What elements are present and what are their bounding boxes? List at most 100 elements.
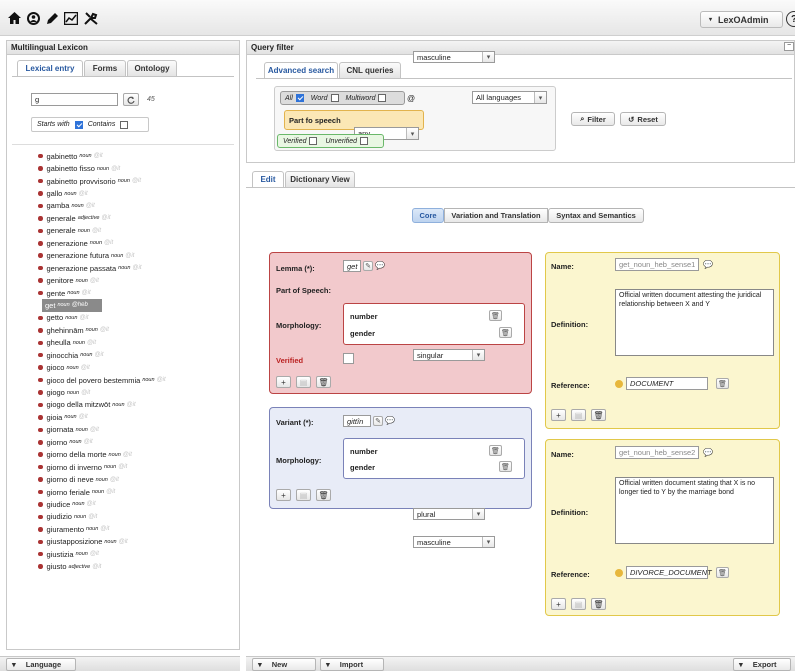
delete-variant-button[interactable]: 🗑 (316, 489, 331, 501)
delete-gender-button[interactable]: 🗑 (499, 461, 512, 472)
list-item[interactable]: giustizia noun @it (38, 548, 228, 560)
variant-edit-button[interactable]: ✎ (373, 416, 383, 426)
tab-advanced-search[interactable]: Advanced search (264, 62, 338, 79)
contains-checkbox[interactable] (120, 120, 129, 129)
delete-reference-button[interactable]: 🗑 (716, 567, 729, 578)
list-item[interactable]: generale noun @it (38, 225, 228, 237)
tab-ontology[interactable]: Ontology (127, 60, 177, 77)
subtab-syntax-semantics[interactable]: Syntax and Semantics (548, 208, 644, 223)
tab-edit[interactable]: Edit (252, 171, 284, 188)
all-checkbox[interactable] (295, 94, 304, 102)
subtab-variation-translation[interactable]: Variation and Translation (444, 208, 548, 223)
user-menu-button[interactable]: ▾ LexOAdmin (700, 11, 783, 28)
sense-name-input[interactable]: get_noun_heb_sense1 (615, 258, 699, 271)
multiword-checkbox[interactable] (378, 94, 387, 102)
refresh-button[interactable] (123, 93, 139, 106)
reference-input[interactable]: DIVORCE_DOCUMENT (626, 566, 712, 579)
list-item[interactable]: giudice noun @it (38, 498, 228, 510)
tools-icon[interactable] (83, 10, 99, 26)
list-item[interactable]: gioco noun @it (38, 361, 228, 373)
word-checkbox[interactable] (330, 94, 339, 102)
list-item[interactable]: gallo noun @it (38, 187, 228, 199)
tab-forms[interactable]: Forms (84, 60, 126, 77)
search-input[interactable]: g (31, 93, 118, 106)
add-button[interactable]: + (276, 489, 291, 501)
comment-icon[interactable]: 💬 (703, 260, 713, 269)
list-item[interactable]: generazione passata noun @it (38, 262, 228, 274)
list-item[interactable]: giusto adjective @it (38, 560, 228, 572)
definition-textarea[interactable]: Official written document stating that X… (615, 477, 774, 544)
language-select[interactable]: All languages (472, 91, 547, 104)
list-item[interactable]: genitore noun @it (38, 274, 228, 286)
variant-gender-select[interactable]: masculine (413, 536, 495, 548)
list-item[interactable]: gheulla noun @it (38, 337, 228, 349)
user-icon[interactable] (25, 10, 41, 26)
variant-number-select[interactable]: plural (413, 508, 485, 520)
list-item[interactable]: giorno della morte noun @it (38, 449, 228, 461)
lemma-edit-button[interactable]: ✎ (363, 261, 373, 271)
list-item[interactable]: giornata noun @it (38, 424, 228, 436)
pencil-icon[interactable] (44, 10, 60, 26)
list-item[interactable]: giorno noun @it (38, 436, 228, 448)
import-button[interactable]: ▾ Import (320, 658, 384, 671)
delete-reference-button[interactable]: 🗑 (716, 378, 729, 389)
list-item[interactable]: getto noun @it (38, 312, 228, 324)
comment-icon[interactable]: 💬 (703, 448, 713, 457)
list-item[interactable]: giogo noun @it (38, 386, 228, 398)
list-item[interactable]: gabinetto fisso noun @it (38, 162, 228, 174)
comment-icon[interactable]: 💬 (385, 416, 395, 425)
reset-button[interactable]: ↺ Reset (620, 112, 666, 126)
list-item[interactable]: gabinetto provvisorio noun @it (38, 175, 228, 187)
chart-icon[interactable] (63, 10, 79, 26)
list-item[interactable]: giorno di neve noun @it (38, 473, 228, 485)
comment-icon[interactable]: 💬 (375, 261, 385, 270)
list-item[interactable]: ginocchia noun @it (38, 349, 228, 361)
delete-gender-button[interactable]: 🗑 (499, 327, 512, 338)
list-item[interactable]: gioco del povero bestemmia noun @it (38, 374, 228, 386)
tab-cnl-queries[interactable]: CNL queries (339, 62, 401, 79)
collapse-button[interactable]: − (784, 42, 794, 51)
verified-checkbox[interactable] (309, 137, 318, 145)
export-button[interactable]: ▾ Export (733, 658, 791, 671)
list-item[interactable]: giudizio noun @it (38, 511, 228, 523)
list-item[interactable]: get noun @heb (42, 299, 102, 312)
help-button[interactable]: ? (786, 11, 795, 27)
add-button[interactable]: + (551, 409, 566, 421)
variant-input[interactable]: gittîn (343, 415, 371, 427)
home-icon[interactable] (6, 10, 22, 26)
list-item[interactable]: gioia noun @it (38, 411, 228, 423)
new-button[interactable]: ▾ New (252, 658, 316, 671)
starts-with-checkbox[interactable] (74, 120, 83, 129)
delete-sense-button[interactable]: 🗑 (591, 409, 606, 421)
number-select[interactable]: singular (413, 349, 485, 361)
tab-lexical-entry[interactable]: Lexical entry (17, 60, 83, 77)
lemma-input[interactable]: get (343, 260, 361, 272)
list-item[interactable]: gente noun @it (38, 287, 228, 299)
tab-dictionary-view[interactable]: Dictionary View (285, 171, 355, 188)
list-item[interactable]: giorno feriale noun @it (38, 486, 228, 498)
list-item[interactable]: giustapposizione noun @it (38, 536, 228, 548)
delete-number-button[interactable]: 🗑 (489, 310, 502, 321)
list-item[interactable]: giorno di inverno noun @it (38, 461, 228, 473)
list-item[interactable]: generazione noun @it (38, 237, 228, 249)
unverified-checkbox[interactable] (360, 137, 368, 145)
delete-number-button[interactable]: 🗑 (489, 445, 502, 456)
sense-name-input[interactable]: get_noun_heb_sense2 (615, 446, 699, 459)
gender-select[interactable]: masculine (413, 51, 495, 63)
delete-lemma-button[interactable]: 🗑 (316, 376, 331, 388)
list-item[interactable]: gabinetto noun @it (38, 150, 228, 162)
subtab-core[interactable]: Core (412, 208, 444, 223)
list-item[interactable]: ghehinnām noun @it (38, 324, 228, 336)
list-item[interactable]: generale adjective @it (38, 212, 228, 224)
definition-textarea[interactable]: Official written document attesting the … (615, 289, 774, 356)
add-button[interactable]: + (551, 598, 566, 610)
list-item[interactable]: giogo della mitzwōt noun @it (38, 399, 228, 411)
verified-checkbox[interactable] (343, 353, 354, 364)
add-button[interactable]: + (276, 376, 291, 388)
list-item[interactable]: generazione futura noun @it (38, 250, 228, 262)
reference-input[interactable]: DOCUMENT (626, 377, 708, 390)
delete-sense-button[interactable]: 🗑 (591, 598, 606, 610)
filter-button[interactable]: ⌕ Filter (571, 112, 615, 126)
list-item[interactable]: giuramento noun @it (38, 523, 228, 535)
language-button[interactable]: ▾ Language (6, 658, 76, 671)
